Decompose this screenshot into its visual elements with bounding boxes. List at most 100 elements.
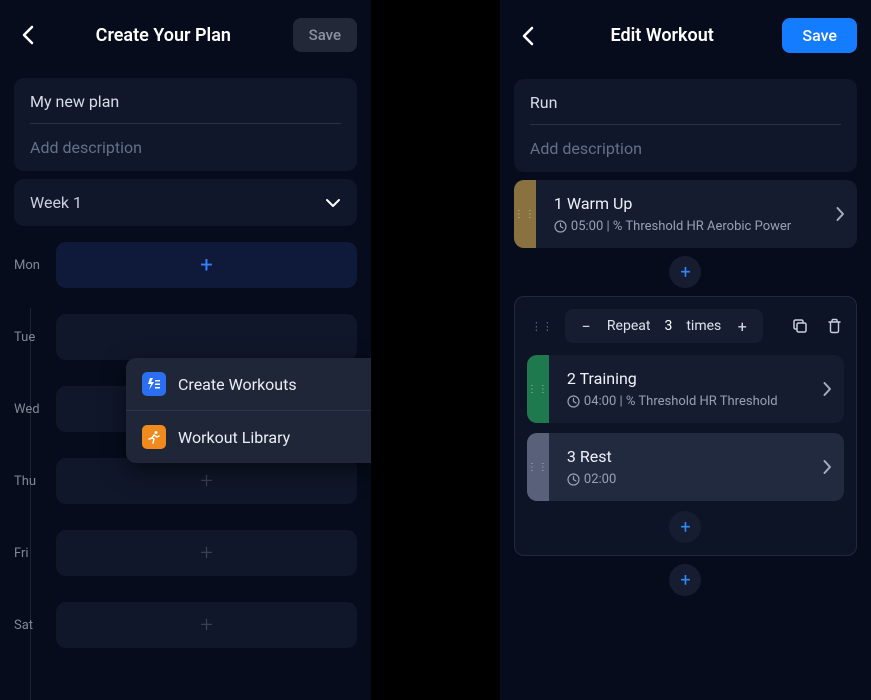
chevron-down-icon — [325, 198, 341, 208]
interval-body: 3 Rest 02:00 — [549, 433, 844, 501]
add-interval-button[interactable]: + — [669, 564, 701, 596]
plan-name-input[interactable] — [30, 92, 341, 124]
create-plan-screen: Create Your Plan Save Week 1 Mon + Tue W… — [0, 0, 371, 700]
header: Edit Workout Save — [500, 0, 871, 71]
day-label: Tue — [14, 330, 56, 345]
day-row-mon: Mon + — [14, 242, 357, 288]
plan-description-input[interactable] — [30, 138, 341, 157]
bolt-list-icon — [142, 372, 166, 396]
interval-info: 1 Warm Up 05:00 | % Threshold HR Aerobic… — [554, 194, 836, 234]
week-label: Week 1 — [30, 193, 82, 212]
clock-icon — [554, 220, 567, 233]
workout-name-input[interactable] — [530, 93, 841, 125]
interval-meta-text: 02:00 — [584, 472, 616, 487]
workout-description-input[interactable] — [530, 139, 841, 158]
back-button[interactable] — [514, 22, 542, 50]
add-interval-button[interactable]: + — [669, 256, 701, 288]
day-slot[interactable] — [56, 314, 357, 360]
copy-icon — [792, 318, 808, 334]
day-label: Sat — [14, 618, 56, 633]
menu-item-label: Workout Library — [178, 428, 290, 447]
page-title: Create Your Plan — [42, 25, 285, 46]
plus-icon: + — [680, 570, 690, 591]
drag-handle[interactable]: ⋮⋮ — [527, 355, 549, 423]
day-label: Mon — [14, 258, 56, 273]
day-label: Fri — [14, 546, 56, 561]
add-interval-row: + — [500, 564, 871, 596]
chevron-right-icon — [823, 459, 832, 475]
day-slot[interactable]: + — [56, 530, 357, 576]
menu-item-label: Create Workouts — [178, 375, 297, 394]
repeat-suffix: times — [686, 318, 721, 334]
add-workout-menu: Create Workouts Workout Library — [126, 358, 371, 463]
clock-icon — [567, 395, 580, 408]
clock-icon — [567, 473, 580, 486]
interval-info: 3 Rest 02:00 — [567, 447, 823, 487]
day-label: Thu — [14, 474, 56, 489]
plus-icon: + — [200, 253, 212, 278]
plus-icon: + — [680, 517, 690, 538]
repeat-count: 3 — [660, 318, 676, 334]
add-interval-row: + — [527, 511, 844, 543]
running-icon — [142, 425, 166, 449]
workout-details-card — [514, 79, 857, 172]
interval-meta-text: 04:00 | % Threshold HR Threshold — [584, 394, 778, 409]
back-button[interactable] — [14, 21, 42, 49]
interval-body: 2 Training 04:00 | % Threshold HR Thresh… — [549, 355, 844, 423]
day-row-tue: Tue — [14, 314, 357, 360]
drag-icon[interactable]: ⋮⋮ — [527, 320, 557, 333]
interval-title: 1 Warm Up — [554, 194, 836, 213]
plus-icon: + — [200, 469, 212, 494]
delete-button[interactable] — [824, 316, 844, 336]
duplicate-button[interactable] — [790, 316, 810, 336]
day-label: Wed — [14, 402, 56, 417]
save-button[interactable]: Save — [293, 18, 357, 52]
edit-workout-screen: Edit Workout Save ⋮⋮ 1 Warm Up 05:00 | %… — [500, 0, 871, 700]
chevron-right-icon — [823, 381, 832, 397]
day-row-fri: Fri + — [14, 530, 357, 576]
rest-interval[interactable]: ⋮⋮ 3 Rest 02:00 — [527, 433, 844, 501]
interval-title: 3 Rest — [567, 447, 823, 466]
interval-info: 2 Training 04:00 | % Threshold HR Thresh… — [567, 369, 823, 409]
interval-meta: 02:00 — [567, 472, 823, 487]
repeat-actions — [790, 316, 844, 336]
page-title: Edit Workout — [542, 25, 782, 46]
repeat-header: ⋮⋮ − Repeat 3 times + — [527, 309, 844, 343]
day-slot[interactable]: + — [56, 602, 357, 648]
day-slot[interactable]: + — [56, 242, 357, 288]
chevron-left-icon — [522, 26, 534, 46]
drag-handle[interactable]: ⋮⋮ — [514, 180, 536, 248]
interval-meta: 05:00 | % Threshold HR Aerobic Power — [554, 219, 836, 234]
plus-icon: + — [200, 541, 212, 566]
plus-icon: + — [200, 613, 212, 638]
drag-handle[interactable]: ⋮⋮ — [527, 433, 549, 501]
header: Create Your Plan Save — [0, 0, 371, 70]
save-button[interactable]: Save — [782, 18, 857, 53]
day-slot[interactable]: + — [56, 458, 357, 504]
drag-icon: ⋮⋮ — [514, 209, 536, 220]
repeat-control: − Repeat 3 times + — [565, 309, 763, 343]
training-interval[interactable]: ⋮⋮ 2 Training 04:00 | % Threshold HR Thr… — [527, 355, 844, 423]
repeat-group: ⋮⋮ − Repeat 3 times + ⋮⋮ — [514, 296, 857, 556]
warmup-interval[interactable]: ⋮⋮ 1 Warm Up 05:00 | % Threshold HR Aero… — [514, 180, 857, 248]
repeat-label: Repeat — [607, 318, 651, 334]
chevron-right-icon — [836, 206, 845, 222]
plan-details-card — [14, 78, 357, 171]
create-workouts-item[interactable]: Create Workouts — [126, 358, 371, 411]
day-row-thu: Thu + — [14, 458, 357, 504]
day-row-sat: Sat + — [14, 602, 357, 648]
screen-gap — [438, 0, 500, 700]
add-interval-button[interactable]: + — [669, 511, 701, 543]
workout-library-item[interactable]: Workout Library — [126, 411, 371, 463]
decrement-button[interactable]: − — [575, 315, 597, 337]
interval-title: 2 Training — [567, 369, 823, 388]
timeline-rule — [30, 308, 31, 700]
interval-meta: 04:00 | % Threshold HR Threshold — [567, 394, 823, 409]
drag-icon: ⋮⋮ — [527, 384, 549, 395]
interval-body: 1 Warm Up 05:00 | % Threshold HR Aerobic… — [536, 180, 857, 248]
increment-button[interactable]: + — [731, 315, 753, 337]
chevron-left-icon — [22, 25, 34, 45]
interval-meta-text: 05:00 | % Threshold HR Aerobic Power — [571, 219, 791, 234]
add-interval-row: + — [500, 256, 871, 288]
week-selector[interactable]: Week 1 — [14, 179, 357, 226]
